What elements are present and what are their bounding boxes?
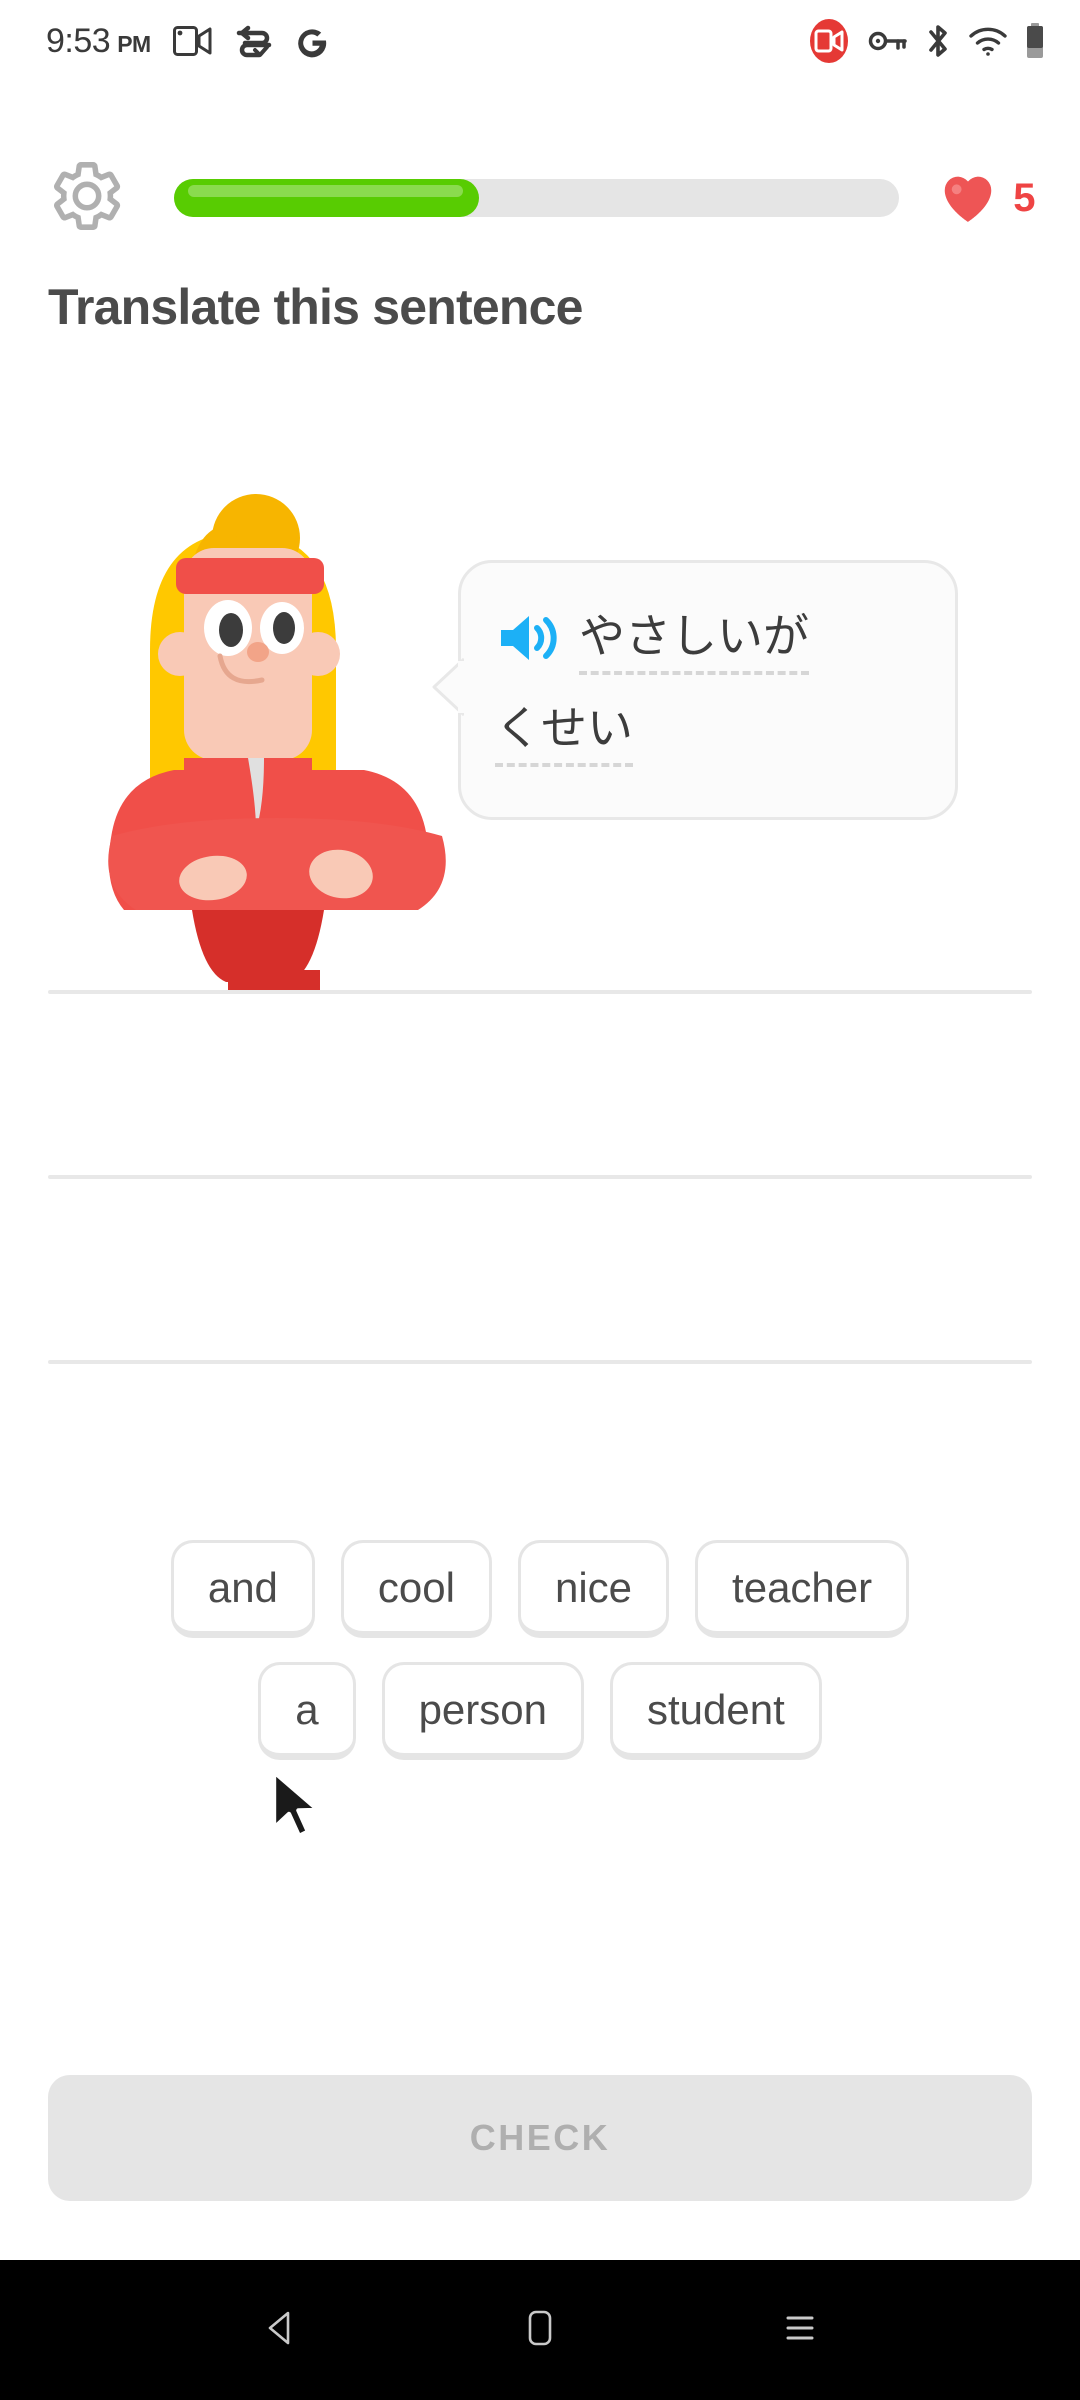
- speech-bubble-tail: [430, 657, 466, 721]
- hearts-count-label: 5: [1013, 175, 1036, 220]
- hearts-indicator[interactable]: 5: [937, 167, 1036, 230]
- word-tile-nice[interactable]: nice: [517, 1540, 670, 1638]
- heart-icon: [937, 167, 999, 230]
- sentence-text-line-1[interactable]: やさしいが: [579, 605, 809, 676]
- status-bar-clock: 9:53 PM: [46, 22, 151, 61]
- screen-record-icon: [172, 24, 213, 58]
- answer-line-3[interactable]: [48, 1360, 1032, 1364]
- vpn-key-icon: [868, 26, 908, 56]
- answer-line-1[interactable]: [48, 990, 1032, 994]
- lesson-progress-bar: [174, 177, 900, 219]
- nav-back-button[interactable]: [225, 2275, 335, 2385]
- word-tile-student[interactable]: student: [610, 1662, 822, 1760]
- word-tile-person[interactable]: person: [381, 1662, 584, 1760]
- challenge-area: やさしいが くせい: [0, 470, 1080, 990]
- clock-time: 9:53: [46, 21, 111, 60]
- speaker-audio-icon[interactable]: [495, 610, 559, 671]
- duolingo-character-illustration: [88, 470, 458, 990]
- word-tile-a[interactable]: a: [258, 1662, 356, 1760]
- clock-ampm: PM: [117, 30, 151, 57]
- recording-active-icon: [806, 18, 852, 64]
- page-title: Translate this sentence: [48, 279, 583, 335]
- battery-icon: [1024, 22, 1046, 60]
- status-bar: 9:53 PM: [0, 0, 1080, 82]
- back-triangle-icon: [257, 2305, 303, 2356]
- check-button[interactable]: CHECK: [48, 2075, 1032, 2201]
- word-bank-row-1: and cool nice teacher: [0, 1540, 1080, 1638]
- progress-shine: [188, 185, 463, 197]
- progress-track: [174, 179, 900, 217]
- status-bar-right: [806, 18, 1046, 64]
- nav-home-button[interactable]: [485, 2275, 595, 2385]
- status-bar-left: 9:53 PM: [46, 22, 329, 61]
- android-nav-bar: [0, 2260, 1080, 2400]
- home-square-icon: [520, 2305, 560, 2356]
- lesson-header: 5: [0, 150, 1080, 246]
- sentence-line-2: くせい: [495, 697, 921, 768]
- bluetooth-icon: [924, 22, 952, 60]
- settings-button[interactable]: [44, 155, 130, 241]
- nav-recents-button[interactable]: [745, 2275, 855, 2385]
- gear-icon: [48, 157, 126, 240]
- word-bank-row-2: a person student: [0, 1662, 1080, 1760]
- sentence-text-line-2[interactable]: くせい: [495, 697, 633, 768]
- app-screen: 9:53 PM 5 Translate this sentence やさしいが …: [0, 0, 1080, 2400]
- wifi-icon: [968, 25, 1008, 57]
- vpn-icon: [235, 24, 273, 58]
- recents-lines-icon: [777, 2305, 823, 2356]
- word-tile-and[interactable]: and: [170, 1540, 315, 1638]
- word-tile-teacher[interactable]: teacher: [695, 1540, 910, 1638]
- word-tile-cool[interactable]: cool: [340, 1540, 492, 1638]
- answer-line-2[interactable]: [48, 1175, 1032, 1179]
- progress-fill: [174, 179, 479, 217]
- sentence-speech-bubble[interactable]: やさしいが くせい: [432, 560, 958, 820]
- sentence-line-1: やさしいが: [495, 605, 921, 676]
- google-icon: [295, 23, 329, 59]
- word-bank: and cool nice teacher a person student: [0, 1540, 1080, 1784]
